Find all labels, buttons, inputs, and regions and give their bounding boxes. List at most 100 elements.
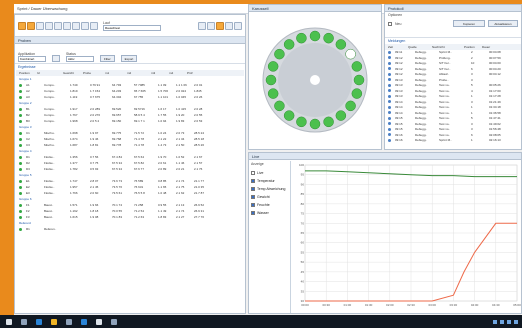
legend-checkbox[interactable] [251,195,255,199]
carousel-slot[interactable] [335,39,347,50]
cell: S/T Fer.. [439,66,451,71]
network-icon[interactable] [493,319,497,324]
mail-icon[interactable] [81,318,87,325]
log-table: Zeit Quelle Nachricht Position Dauer 09:11 Deb… [385,44,521,143]
legend-item[interactable]: Gewicht [251,195,290,199]
log-row[interactable]: 09:11 Debugg.. Sprint M.. 2 00:04:08 [385,50,521,56]
cell: F3 [26,215,30,219]
log-row[interactable]: 09:16 Debugg.. Test vo.. 6 02:08:05 [385,132,521,138]
log-row[interactable]: 09:15 Debugg.. Test vo.. 5 01:47:41 [385,116,521,122]
log-row[interactable]: 09:13 Debugg.. Test vo.. 4 01:17:00 [385,88,521,94]
user-icon[interactable] [225,21,233,30]
x-tick-label: 01:00 [344,303,352,307]
settings-icon[interactable] [81,21,89,30]
windows-icon[interactable] [6,318,12,325]
log-row[interactable]: 09:14 Debugg.. Test vo.. 3 01:21:49 [385,99,521,105]
carousel-slot[interactable] [351,61,363,72]
carousel-slot[interactable] [267,88,279,99]
show-new-checkbox[interactable] [388,21,392,26]
carousel-slot[interactable] [345,48,356,60]
live-chart[interactable]: 100959085807570656055504540353000:00 00:3… [291,161,521,313]
refresh-button[interactable]: Aktualisieren [488,20,518,27]
carousel-slot[interactable] [323,32,334,44]
status-field[interactable] [66,56,94,62]
add-icon[interactable] [198,21,206,30]
log-row[interactable]: 09:15 Debugg.. Test vo.. 3 01:56:48 [385,127,521,133]
carousel-slot[interactable] [267,61,279,72]
application-field[interactable] [18,56,46,62]
carousel-slot[interactable] [274,100,285,112]
y-tick-label: 100 [299,163,304,167]
battery-icon[interactable] [507,319,511,324]
x-tick-label: 03:00 [428,303,436,307]
settings-icon-taskbar[interactable] [111,318,117,325]
log-row[interactable]: 09:13 Debugg.. Test vo.. 5 00:05:26 [385,83,521,89]
legend-item[interactable]: Temp Abweichung [251,187,290,191]
legend-item[interactable]: Temperatur [251,179,290,183]
new-icon[interactable] [18,21,26,30]
cell: 00:05:26 [489,83,501,88]
clock-icon[interactable] [514,319,518,324]
chart-icon[interactable] [90,21,98,30]
carousel-slot[interactable] [353,74,365,86]
legend-item[interactable]: Wasser [251,211,290,215]
log-row[interactable]: 09:12 Debugg.. S/T Fer.. 10 00:04:00 [385,61,521,67]
log-row[interactable]: 09:14 Debugg.. Test vo.. 1 01:36:58 [385,110,521,116]
carousel-slot[interactable] [345,100,356,112]
export-button[interactable]: Export [120,55,138,62]
log-row[interactable]: 09:16 Debugg.. Sprint M.. 1 02:16:13 [385,138,521,144]
legend-checkbox[interactable] [251,179,255,183]
cell: 73.5 61 [112,191,123,195]
print-icon[interactable] [45,21,53,30]
table-row[interactable]: R1 Referen.. [16,226,244,232]
app-icon[interactable] [96,318,102,325]
carousel-view[interactable] [249,12,381,148]
legend-checkbox[interactable] [251,203,255,207]
carousel-slot[interactable] [283,110,295,121]
log-row[interactable]: 09:12 Debugg.. Prüfung.. 2 00:07:59 [385,55,521,61]
carousel-slot[interactable] [309,30,321,42]
log-row[interactable]: 09:14 Debugg.. Test vo.. 1 01:34:18 [385,105,521,111]
legend-checkbox[interactable] [251,211,255,215]
edge-icon[interactable] [36,318,42,325]
search-icon[interactable] [21,318,27,325]
carousel-slot[interactable] [323,116,334,128]
cell: 71.2 63 [134,215,145,219]
carousel-slot[interactable] [296,116,307,128]
carousel-slot[interactable] [351,88,363,99]
legend-item[interactable]: Live [251,171,290,175]
play-icon[interactable] [54,21,62,30]
log-row[interactable]: 09:12 Debugg.. Ablauf.. 3 00:04:12 [385,72,521,78]
cell: 64.203 [112,89,122,93]
legend-checkbox[interactable] [251,187,255,191]
lock-icon[interactable] [216,21,224,30]
run-field[interactable] [103,24,161,31]
carousel-slot[interactable] [335,110,347,121]
more-button[interactable] [52,55,60,62]
stop-icon[interactable] [72,21,80,30]
volume-icon[interactable] [500,319,504,324]
store-icon[interactable] [66,318,72,325]
log-row[interactable]: 09:13 Debugg.. Test vo.. 1 01:17:28 [385,94,521,100]
filter-button[interactable]: Filter [100,55,115,62]
copy-button[interactable]: Kopieren [453,20,485,27]
help-icon[interactable] [234,21,242,30]
pause-icon[interactable] [63,21,71,30]
log-row[interactable]: 09:12 Debugg.. S/T Fer.. 6 00:04:20 [385,66,521,72]
save-icon[interactable] [36,21,44,30]
explorer-icon[interactable] [51,318,57,325]
carousel-slot[interactable] [283,39,295,50]
cell: 09:13 [395,94,403,99]
carousel-slot[interactable] [309,118,321,130]
cell: 67 755 [134,95,144,99]
carousel-slot[interactable] [296,32,307,44]
legend-checkbox[interactable] [251,171,255,175]
remove-icon[interactable] [207,21,215,30]
carousel-slot[interactable] [265,74,277,86]
legend-label: Live [257,171,264,175]
status-icon [19,167,22,171]
log-row[interactable]: 09:15 Debugg.. Test vo.. 3 01:49:02 [385,121,521,127]
open-icon[interactable] [27,21,35,30]
carousel-slot[interactable] [274,48,285,60]
legend-item[interactable]: Feuchte [251,203,290,207]
